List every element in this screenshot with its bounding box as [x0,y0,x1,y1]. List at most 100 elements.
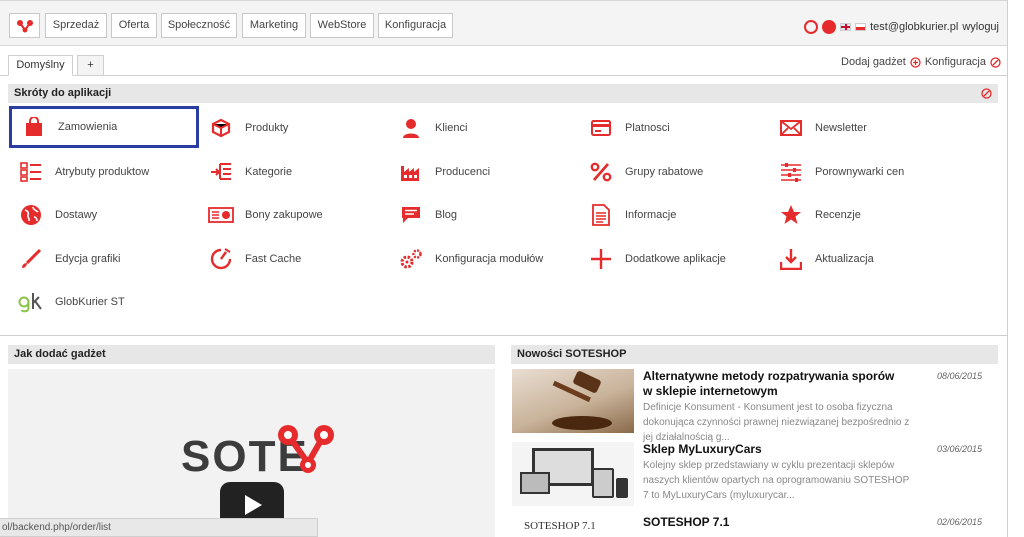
factory-icon [397,158,425,186]
shortcut-producenci[interactable]: Producenci [389,151,579,193]
tab-domyslny[interactable]: Domyślny [8,55,73,76]
star-icon [777,201,805,229]
shortcut-label: Blog [435,209,458,221]
shortcut-label: Atrybuty produktow [55,166,150,178]
shortcut-label: Bony zakupowe [245,209,323,221]
shortcut-atrybuty-produktow[interactable]: Atrybuty produktow [9,151,199,193]
news-thumbnail-devices [512,442,634,506]
shortcut-label: Klienci [435,122,468,134]
nav-spolecznosc[interactable]: Społeczność [161,13,237,38]
nav-marketing[interactable]: Marketing [242,13,306,38]
shortcut-fast-cache[interactable]: Fast Cache [199,238,389,280]
logout-link[interactable]: wyloguj [962,21,999,33]
globe-icon[interactable] [822,20,837,34]
nav-konfiguracja[interactable]: Konfiguracja [378,13,453,38]
shortcut-label: Dodatkowe aplikacje [625,253,726,265]
shortcuts-header: Skróty do aplikacji [8,84,998,103]
shortcut-label: Recenzje [815,209,861,221]
shortcut-grupy-rabatowe[interactable]: Grupy rabatowe [579,151,769,193]
shortcut-label: Porownywarki cen [815,166,905,178]
news-excerpt: Kolejny sklep przedstawiany w cyklu prez… [643,460,910,501]
sote-logo-icon [278,425,334,473]
card-icon [587,114,615,142]
shortcut-edycja-grafiki[interactable]: Edycja grafiki [9,238,199,280]
brush-icon [17,245,45,273]
shortcut-aktualizacja[interactable]: Aktualizacja [769,238,959,280]
stopwatch-icon [207,245,235,273]
news-title[interactable]: Sklep MyLuxuryCars [643,442,903,457]
close-gadget-icon[interactable] [981,88,992,99]
shortcut-label: Grupy rabatowe [625,166,704,178]
news-title[interactable]: SOTESHOP 7.1 [643,515,903,530]
news-title[interactable]: Alternatywne metody rozpatrywania sporów… [643,369,903,399]
shortcut-label: Konfiguracja modułów [435,253,544,265]
shortcut-newsletter[interactable]: Newsletter [769,107,959,149]
tree-icon [207,158,235,186]
shortcut-informacje[interactable]: Informacje [579,194,769,236]
gears-icon [397,245,425,273]
person-icon [397,114,425,142]
search-icon[interactable] [804,20,819,34]
top-navigation: Sprzedaż Oferta Społeczność Marketing We… [0,0,1007,46]
news-item[interactable]: Sklep MyLuxuryCars 03/06/2015 Kolejny sk… [512,442,992,510]
shortcut-bony-zakupowe[interactable]: Bony zakupowe [199,194,389,236]
gk-logo-icon [17,288,45,316]
shortcut-konfiguracja-modulow[interactable]: Konfiguracja modułów [389,238,579,280]
shortcut-label: Newsletter [815,122,867,134]
user-tools: test@globkurier.pl wyloguj [804,18,999,36]
user-email: test@globkurier.pl [870,21,959,33]
howto-header: Jak dodać gadżet [8,345,495,364]
nav-webstore[interactable]: WebStore [310,13,374,38]
panel-divider [0,335,1007,336]
add-circle-icon[interactable] [910,56,921,68]
shortcut-label: Informacje [625,209,677,221]
news-item[interactable]: Alternatywne metody rozpatrywania sporów… [512,369,992,443]
dashboard-tabs: Domyślny + Dodaj gadżet Konfiguracja [0,46,1007,76]
tab-add[interactable]: + [77,55,104,76]
tab-actions: Dodaj gadżet Konfiguracja [841,56,1001,68]
flag-pl-icon[interactable] [855,23,867,31]
shortcut-porownywarki-cen[interactable]: Porownywarki cen [769,151,959,193]
flag-en-icon[interactable] [840,23,852,31]
shortcut-zamowienia[interactable]: Zamowienia [9,106,199,148]
home-logo-button[interactable] [9,13,40,38]
gavel-icon [552,371,612,430]
shortcut-recenzje[interactable]: Recenzje [769,194,959,236]
nav-sprzedaz[interactable]: Sprzedaż [45,13,107,38]
devices-icon [520,448,628,498]
shortcut-globkurier-st[interactable]: GlobKurier ST [9,281,199,323]
shortcuts-title: Skróty do aplikacji [14,87,112,99]
sote-logo-icon [16,20,33,33]
envelope-icon [777,114,805,142]
percent-icon [587,158,615,186]
shortcut-platnosci[interactable]: Platnosci [579,107,769,149]
thumb-text: SOTESHOP 7.1 [524,520,596,532]
news-item[interactable]: SOTESHOP 7.1 SOTESHOP 7.1 02/06/2015 [512,515,992,537]
config-circle-icon[interactable] [990,56,1001,68]
news-date: 02/06/2015 [936,517,982,527]
news-date: 03/06/2015 [936,444,982,454]
bag-icon [20,113,48,141]
config-link[interactable]: Konfiguracja [925,56,986,68]
shortcut-label: Dostawy [55,209,98,221]
checklist-icon [17,158,45,186]
globe-icon [17,201,45,229]
shortcut-label: Zamowienia [58,121,118,133]
shortcut-produkty[interactable]: Produkty [199,107,389,149]
shortcut-label: Fast Cache [245,253,302,265]
news-header: Nowości SOTESHOP [511,345,998,364]
nav-oferta[interactable]: Oferta [111,13,157,38]
news-excerpt: Definicje Konsument - Konsument jest to … [643,402,910,443]
shortcut-kategorie[interactable]: Kategorie [199,151,389,193]
howto-video[interactable]: SOTE [8,369,495,537]
shortcut-dodatkowe-aplikacje[interactable]: Dodatkowe aplikacje [579,238,769,280]
app-frame: Sprzedaż Oferta Społeczność Marketing We… [0,0,1008,537]
shortcut-blog[interactable]: Blog [389,194,579,236]
document-icon [587,201,615,229]
shortcut-label: Platnosci [625,122,670,134]
add-gadget-link[interactable]: Dodaj gadżet [841,56,906,68]
shortcut-dostawy[interactable]: Dostawy [9,194,199,236]
shortcut-label: GlobKurier ST [55,296,125,308]
shortcut-klienci[interactable]: Klienci [389,107,579,149]
shortcut-label: Produkty [245,122,289,134]
